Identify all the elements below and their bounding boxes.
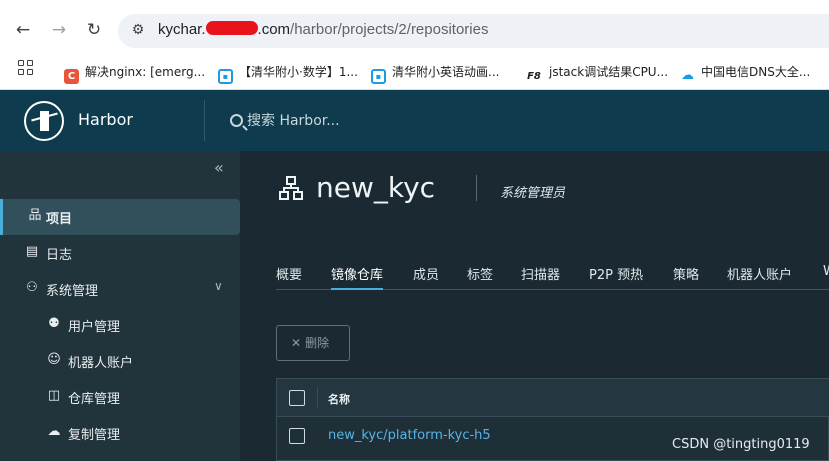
apps-grid-icon[interactable] [18,60,34,76]
sidebar-item-users[interactable]: ⚉ 用户管理 [0,307,240,343]
reload-icon[interactable]: ↻ [83,19,105,41]
chevron-down-icon[interactable]: ∨ [214,279,223,293]
sidebar-item-replications[interactable]: ☁ 复制管理 [0,415,240,451]
address-bar[interactable]: ⚙ kychar. .com/harbor/projects/2/reposito… [118,14,829,48]
watermark: CSDN @tingting0119 [672,437,810,452]
table-header: 名称 [277,379,829,417]
log-icon: ▤ [25,244,39,259]
sidebar-item-robot-accounts[interactable]: ☺ 机器人账户 [0,343,240,379]
column-divider [317,387,318,409]
sidebar-item-projects[interactable]: 品 项目 [0,199,240,235]
sidebar-item-label: 用户管理 [68,320,121,335]
sidebar-item-label: 日志 [46,248,73,263]
brand-name[interactable]: Harbor [78,110,133,129]
tab-bar: 概要 镜像仓库 成员 标签 扫描器 P2P 预热 策略 机器人账户 W [276,264,829,290]
page-title: new_kyc [316,171,436,204]
back-arrow-icon[interactable]: ← [12,19,34,41]
harbor-logo-icon[interactable] [24,101,64,141]
url-text[interactable]: kychar. .com/harbor/projects/2/repositori… [158,21,488,38]
project-icon [279,176,303,200]
browser-toolbar: ← → ↻ ⚙ kychar. .com/harbor/projects/2/re… [0,0,829,54]
header-divider [204,100,205,141]
role-label: 系统管理员 [500,186,566,201]
tab-summary[interactable]: 概要 [276,264,302,290]
repository-link[interactable]: new_kyc/platform-kyc-h5 [328,428,491,443]
tab-policy[interactable]: 策略 [673,264,699,290]
title-divider [476,175,477,201]
sidebar-item-label: 复制管理 [68,428,121,443]
csdn-favicon-icon: C [64,69,79,84]
bookmark-item[interactable]: ▪ 【清华附小·数学】1... [218,63,358,84]
tab-robot-accounts[interactable]: 机器人账户 [727,264,792,290]
redaction-mark [205,21,258,35]
sidebar-item-registries[interactable]: ◫ 仓库管理 [0,379,240,415]
bookmarks-bar: C 解决nginx: [emerg... ▪ 【清华附小·数学】1... ▪ 清华附小… [0,54,829,90]
global-search[interactable]: 搜索 Harbor... [230,110,340,130]
app-header: Harbor 搜索 Harbor... [0,90,829,151]
registry-icon: ◫ [47,388,61,403]
bookmark-item[interactable]: F8 jstack调试结果CPU... [525,63,668,84]
sidebar-item-label: 仓库管理 [68,392,121,407]
sidebar-item-label: 项目 [46,212,73,227]
bookmark-item[interactable]: ▪ 清华附小英语动画... [371,63,499,84]
column-header-name[interactable]: 名称 [328,391,350,407]
bookmark-item[interactable]: C 解决nginx: [emerg... [64,63,205,84]
bilibili-tv-icon: ▪ [371,69,386,84]
users-icon: ⚉ [48,316,60,331]
site-settings-icon[interactable]: ⚙ [128,22,148,40]
tab-repositories[interactable]: 镜像仓库 [331,264,384,290]
tab-members[interactable]: 成员 [413,264,439,290]
bilibili-tv-icon: ▪ [218,69,233,84]
main-content: new_kyc 系统管理员 概要 镜像仓库 成员 标签 扫描器 P2P 预热 策… [240,151,829,461]
forward-arrow-icon[interactable]: → [48,19,70,41]
admin-icon: ⚇ [26,280,38,295]
robot-icon: ☺ [47,352,61,367]
sidebar: « 品 项目 ▤ 日志 ⚇ 系统管理 ∨ ⚉ 用户管理 ☺ 机器人账户 ◫ 仓库… [0,151,240,461]
project-icon: 品 [28,208,42,223]
sidebar-item-label: 机器人账户 [68,356,134,371]
f8-favicon-icon: F8 [527,71,541,82]
row-checkbox[interactable] [289,428,305,444]
tab-scanner[interactable]: 扫描器 [521,264,560,290]
sidebar-item-administration[interactable]: ⚇ 系统管理 ∨ [0,271,240,307]
select-all-checkbox[interactable] [289,390,305,406]
search-icon [230,114,243,127]
tab-p2p-preheat[interactable]: P2P 预热 [589,264,643,290]
delete-button[interactable]: ✕ 删除 [276,325,350,361]
sidebar-item-logs[interactable]: ▤ 日志 [0,235,240,271]
collapse-sidebar-icon[interactable]: « [214,158,224,177]
close-icon: ✕ [291,336,302,350]
replication-icon: ☁ [47,424,61,439]
cloud-icon: ☁ [681,68,694,83]
delete-label: 删除 [305,336,330,350]
tab-webhooks[interactable]: W [823,264,829,290]
search-placeholder: 搜索 Harbor... [247,113,340,129]
sidebar-item-label: 系统管理 [46,284,99,299]
bookmark-item[interactable]: ☁ 中国电信DNS大全... [680,63,810,83]
tab-labels[interactable]: 标签 [467,264,493,290]
